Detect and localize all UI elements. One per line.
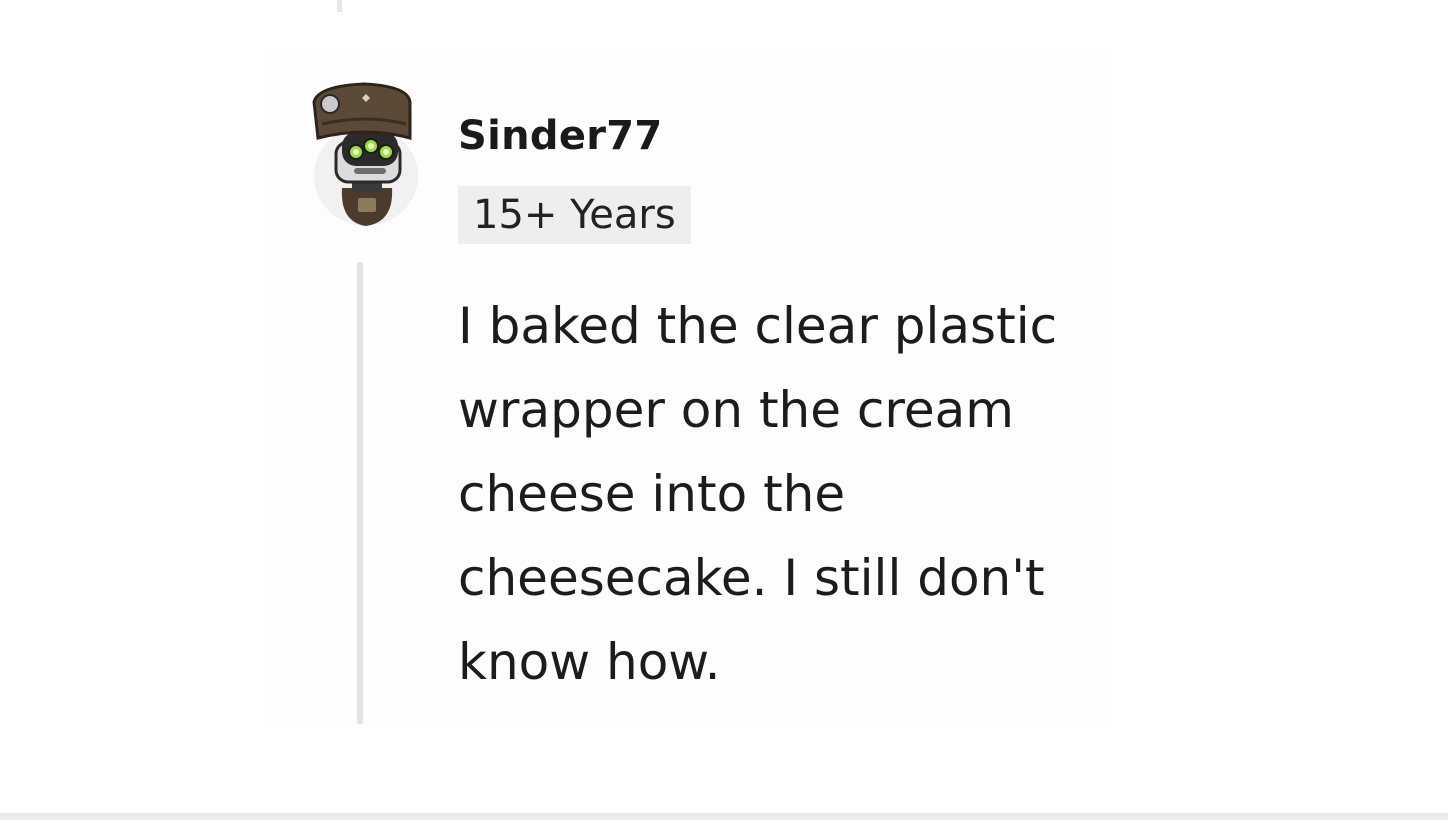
comment-author[interactable]: Sinder77 xyxy=(458,110,663,162)
comment-thread-line[interactable] xyxy=(357,262,363,724)
user-flair-badge: 15+ Years xyxy=(458,186,691,244)
bottom-divider xyxy=(0,813,1448,820)
robot-avatar-icon[interactable] xyxy=(308,80,424,232)
comment-body: I baked the clear plastic wrapper on the… xyxy=(458,297,1058,691)
parent-thread-line[interactable] xyxy=(337,0,342,12)
